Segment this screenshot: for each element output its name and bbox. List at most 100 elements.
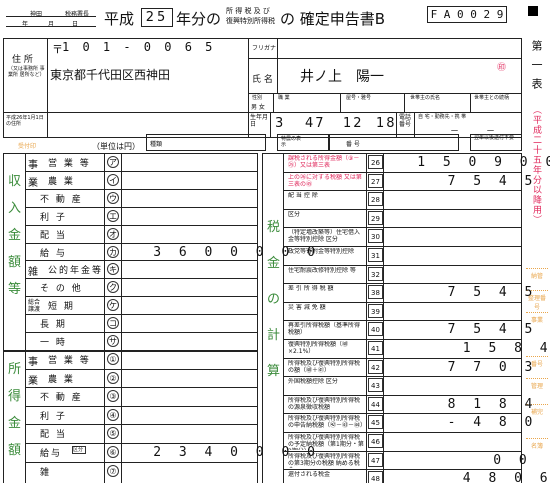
tax-row-value[interactable]: 1 5 0 9 0 0 0 (417, 155, 550, 170)
row-divider (25, 242, 258, 244)
tax-row-code: 27 (368, 173, 383, 188)
row-divider (283, 413, 522, 415)
shop-label: 屋号・雅号 (346, 95, 372, 101)
row-divider (283, 376, 522, 378)
tax-row-label: 所得税及び復興特別所得税の申告納税額（㊷－㊸－㊹） (288, 415, 364, 430)
tax-row-label: 還付される税金 (288, 471, 331, 479)
tax-row-label: 差 引 所 得 税 額 (288, 285, 334, 293)
tax-row-value[interactable]: 7 5 4 5 0 (448, 174, 550, 189)
tax-row-label: 所得税及び復興特別所得税の予定納税額（第1期分・第2期分） (288, 434, 364, 450)
year-suffix: 年分の (176, 10, 222, 28)
birth-era[interactable]: 3 (275, 116, 283, 131)
amount-row-label: 農 業 (48, 374, 75, 385)
row-divider (25, 314, 258, 316)
row-divider (283, 283, 522, 285)
income-amount-section: 所得金額 (8, 362, 22, 458)
seal-icon: ㊞ (497, 63, 507, 73)
gender-label: 性別 (252, 95, 263, 101)
tax-row-value[interactable]: 0 0 (493, 453, 531, 468)
tax-row-label: 上の㉖に対する税額 又は第三表の㊺ (288, 173, 362, 188)
tax-row-code: 38 (368, 285, 383, 300)
revenue-row-label: そ の 他 (40, 284, 83, 295)
amount-row-code: ⑥ (107, 446, 119, 458)
revenue-row-code: エ (107, 209, 119, 222)
amount-row-label: 利 子 (40, 411, 67, 422)
amount-row-code: ⑦ (107, 464, 119, 477)
row-divider (25, 387, 258, 389)
row-divider (283, 357, 522, 359)
tax-row-label: 区分 (288, 210, 301, 218)
type-box (146, 134, 266, 151)
refund-label[interactable]: 翌年以後送付不要 (474, 135, 520, 141)
row-divider (25, 424, 258, 426)
special-label: 特農の表示 (281, 136, 302, 148)
tax-row-code: 30 (368, 229, 383, 244)
side-label-0: 納管 (526, 268, 548, 280)
tax-row-value[interactable]: 7 7 0 3 4 (448, 360, 550, 375)
revenue-row-label: 配 当 (40, 230, 67, 241)
amount-row-code: ① (107, 353, 119, 365)
revenue-row-code: サ (107, 335, 119, 347)
tax-row-value[interactable]: 7 5 4 5 0 (448, 285, 550, 300)
birth-month[interactable]: 12 (343, 116, 364, 131)
revenue-group-label: 事 (28, 160, 38, 171)
row-divider (25, 461, 258, 463)
address-sub: （又は事務所 事業所 居所など） (8, 66, 45, 78)
phone-sub: 自 宅・勤務先・携 帯 (418, 114, 467, 120)
postal-code[interactable]: 1 0 1 - 0 0 6 5 (62, 40, 215, 54)
tax-row-code: 29 (368, 210, 383, 225)
row-divider (283, 301, 522, 303)
tax-type-line1: 所 得 税 及 び (226, 7, 270, 15)
amount-row-sub: 区分 (72, 446, 86, 454)
name-label: 氏 名 (252, 75, 273, 85)
amount-row-label: 雑 (40, 467, 52, 478)
tax-return-form: 神田 税務署長 年 月 日 平成 25 年分の 所 得 税 及 び 復興特別所得… (0, 0, 550, 483)
amount-group-label: 事 (28, 357, 38, 368)
row-divider (283, 339, 522, 340)
form-title: の 確定申告書B (280, 10, 386, 28)
revenue-row-label: 一 時 (40, 338, 67, 348)
row-divider (25, 296, 258, 298)
row-divider (283, 171, 522, 173)
row-divider (283, 190, 522, 192)
row-divider (283, 227, 522, 229)
row-divider (283, 450, 522, 452)
form-code: F A 0 0 2 9 (427, 6, 507, 23)
type-label: 種類 (150, 141, 163, 148)
tax-row-label: 住宅耐震改修特別控除 等 (288, 266, 356, 274)
tax-row-code: 45 (368, 415, 383, 430)
relation-label: 世帯主との続柄 (474, 95, 509, 101)
row-divider (25, 278, 258, 280)
tax-type-line2: 復興特別所得税 (226, 17, 275, 25)
row-divider (283, 264, 522, 266)
tax-row-code: 31 (368, 248, 383, 262)
tax-row-value[interactable]: - 4 8 0 6 (448, 415, 550, 430)
tax-row-value[interactable]: 7 5 4 5 0 (448, 322, 550, 337)
birth-day[interactable]: 18 (376, 116, 397, 131)
address-value[interactable]: 東京都千代田区西神田 (50, 66, 170, 83)
income-revenue-section: 収入金額等 (8, 174, 22, 297)
gender-options[interactable]: 男 女 (251, 102, 265, 111)
tax-row-label: 所得税及び復興特別所得税の源泉徴収税額 (288, 396, 361, 411)
birth-year[interactable]: 47 (305, 116, 326, 131)
tax-row-value[interactable]: 1 5 8 4 (463, 341, 550, 356)
jan1-address-label: 平成26年1月1日の住所 (6, 115, 44, 127)
year-box[interactable]: 25 (141, 8, 173, 27)
row-divider (283, 208, 522, 210)
tax-row-value[interactable]: 4 8 0 6 (463, 471, 550, 483)
side-label-6: 名簿 (526, 438, 548, 450)
number-label: 番 号 (346, 141, 360, 148)
tax-row-value[interactable]: 8 1 8 4 0 (448, 397, 550, 412)
row-divider (25, 224, 258, 226)
furigana-label: フリガナ (252, 45, 277, 52)
revenue-row-code: コ (107, 317, 119, 330)
tax-row-label: （特定増改築等）住宅借入金等特別控除 区分 (288, 229, 361, 244)
tax-row-code: 28 (368, 192, 383, 207)
row-divider (283, 394, 522, 396)
name-value[interactable]: 井ノ上 陽一 (300, 66, 384, 86)
revenue-row-label: 短 期 (48, 302, 75, 313)
side-label-4: 管理 (526, 378, 548, 390)
revenue-row-label: 公的年金等 (48, 266, 104, 277)
amount-row-label: 給与 (40, 449, 63, 459)
revenue-group-label: 業 (28, 177, 38, 189)
